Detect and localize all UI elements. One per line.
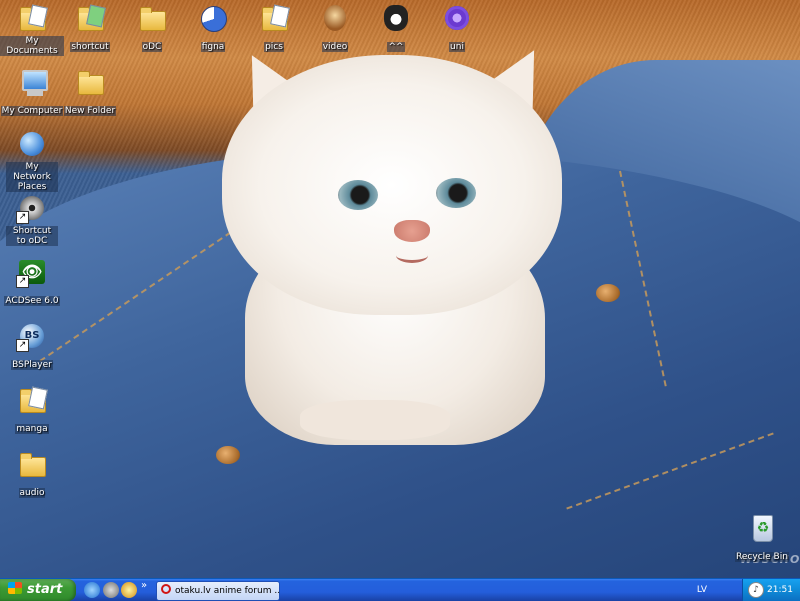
desktop: W3SCHOOLS My Documents shortcut oDC fign… bbox=[0, 0, 800, 578]
system-tray: ♪ 21:51 bbox=[742, 579, 800, 601]
desktop-icon-shortcut-to-odc[interactable]: ↗ Shortcut to oDC bbox=[0, 192, 64, 247]
desktop-icon-label: ^^ bbox=[387, 42, 405, 52]
folder-icon bbox=[136, 2, 168, 34]
computer-icon bbox=[16, 66, 48, 98]
desktop-icon-label: figna bbox=[200, 42, 226, 52]
kitten-eye bbox=[436, 178, 476, 208]
folder-shortcut-icon bbox=[74, 2, 106, 34]
disc-shortcut-icon: ↗ bbox=[16, 192, 48, 224]
quicklaunch-chevron-icon[interactable]: » bbox=[141, 580, 147, 591]
folder-icon bbox=[16, 448, 48, 480]
gear-icon bbox=[441, 2, 473, 34]
desktop-icon-label: audio bbox=[18, 488, 46, 498]
media-player-icon[interactable] bbox=[121, 582, 137, 598]
desktop-icon-my-network-places[interactable]: My Network Places bbox=[0, 128, 64, 193]
start-label: start bbox=[27, 582, 63, 597]
opera-browser-icon bbox=[161, 584, 171, 594]
desktop-icon-label: My Documents bbox=[0, 36, 64, 56]
cat-face-icon bbox=[380, 2, 412, 34]
network-globe-icon bbox=[16, 128, 48, 160]
kitten-head bbox=[222, 55, 562, 315]
tray-volume-icon[interactable]: ♪ bbox=[748, 582, 764, 598]
folder-documents-icon bbox=[16, 2, 48, 34]
desktop-icon-new-folder[interactable]: New Folder bbox=[58, 66, 122, 117]
folder-icon bbox=[74, 66, 106, 98]
kitten-nose bbox=[394, 220, 430, 242]
desktop-icon-my-computer[interactable]: My Computer bbox=[0, 66, 64, 117]
recycle-bin-icon: ♻ bbox=[746, 512, 778, 544]
start-button[interactable]: start bbox=[0, 579, 76, 601]
desktop-icon-acdsee[interactable]: 👁 ↗ ACDSee 6.0 bbox=[0, 256, 64, 307]
taskbar-button-otaku-forum[interactable]: otaku.lv anime forum ... bbox=[156, 581, 280, 601]
clock[interactable]: 21:51 bbox=[767, 579, 793, 601]
acdsee-icon: 👁 ↗ bbox=[16, 256, 48, 288]
taskbar-button-label: otaku.lv anime forum ... bbox=[175, 586, 280, 596]
desktop-icon-audio[interactable]: audio bbox=[0, 448, 64, 499]
bsplayer-icon: BS ↗ bbox=[16, 320, 48, 352]
desktop-icon-recycle-bin[interactable]: ♻ Recycle Bin bbox=[730, 512, 794, 563]
desktop-icon-caret[interactable]: ^^ bbox=[364, 2, 428, 53]
desktop-icon-odc[interactable]: oDC bbox=[120, 2, 184, 53]
desktop-icon-label: Recycle Bin bbox=[735, 552, 789, 562]
desktop-icon-label: oDC bbox=[141, 42, 163, 52]
bear-icon bbox=[319, 2, 351, 34]
desktop-icon-label: My Network Places bbox=[6, 162, 58, 192]
desktop-icon-pics[interactable]: pics bbox=[242, 2, 306, 53]
show-desktop-icon[interactable] bbox=[103, 582, 119, 598]
desktop-icon-label: ACDSee 6.0 bbox=[4, 296, 60, 306]
kitten-paws bbox=[300, 400, 450, 440]
taskbar: start » otaku.lv anime forum ... LV ♪ 21… bbox=[0, 578, 800, 601]
desktop-icon-shortcut[interactable]: shortcut bbox=[58, 2, 122, 53]
desktop-icon-label: New Folder bbox=[63, 106, 117, 116]
internet-explorer-icon[interactable] bbox=[84, 582, 100, 598]
desktop-icon-label: BSPlayer bbox=[11, 360, 53, 370]
desktop-icon-label: My Computer bbox=[0, 106, 64, 116]
desktop-icon-label: manga bbox=[15, 424, 49, 434]
desktop-icon-label: video bbox=[321, 42, 349, 52]
desktop-icon-label: Shortcut to oDC bbox=[6, 226, 58, 246]
windows-flag-icon bbox=[8, 582, 22, 594]
chart-icon bbox=[197, 2, 229, 34]
desktop-icon-bsplayer[interactable]: BS ↗ BSPlayer bbox=[0, 320, 64, 371]
desktop-icon-my-documents[interactable]: My Documents bbox=[0, 2, 64, 57]
language-indicator[interactable]: LV bbox=[694, 581, 710, 599]
desktop-icon-uni[interactable]: uni bbox=[425, 2, 489, 53]
kitten-eye bbox=[338, 180, 378, 210]
wallpaper-rivet bbox=[216, 446, 240, 464]
desktop-icon-figna[interactable]: figna bbox=[181, 2, 245, 53]
desktop-icon-label: shortcut bbox=[70, 42, 110, 52]
wallpaper-rivet bbox=[596, 284, 620, 302]
desktop-icon-label: pics bbox=[264, 42, 284, 52]
desktop-icon-label: uni bbox=[449, 42, 465, 52]
folder-pics-icon bbox=[258, 2, 290, 34]
desktop-icon-manga[interactable]: manga bbox=[0, 384, 64, 435]
kitten-mouth bbox=[396, 248, 428, 263]
folder-icon bbox=[16, 384, 48, 416]
desktop-icon-video[interactable]: video bbox=[303, 2, 367, 53]
